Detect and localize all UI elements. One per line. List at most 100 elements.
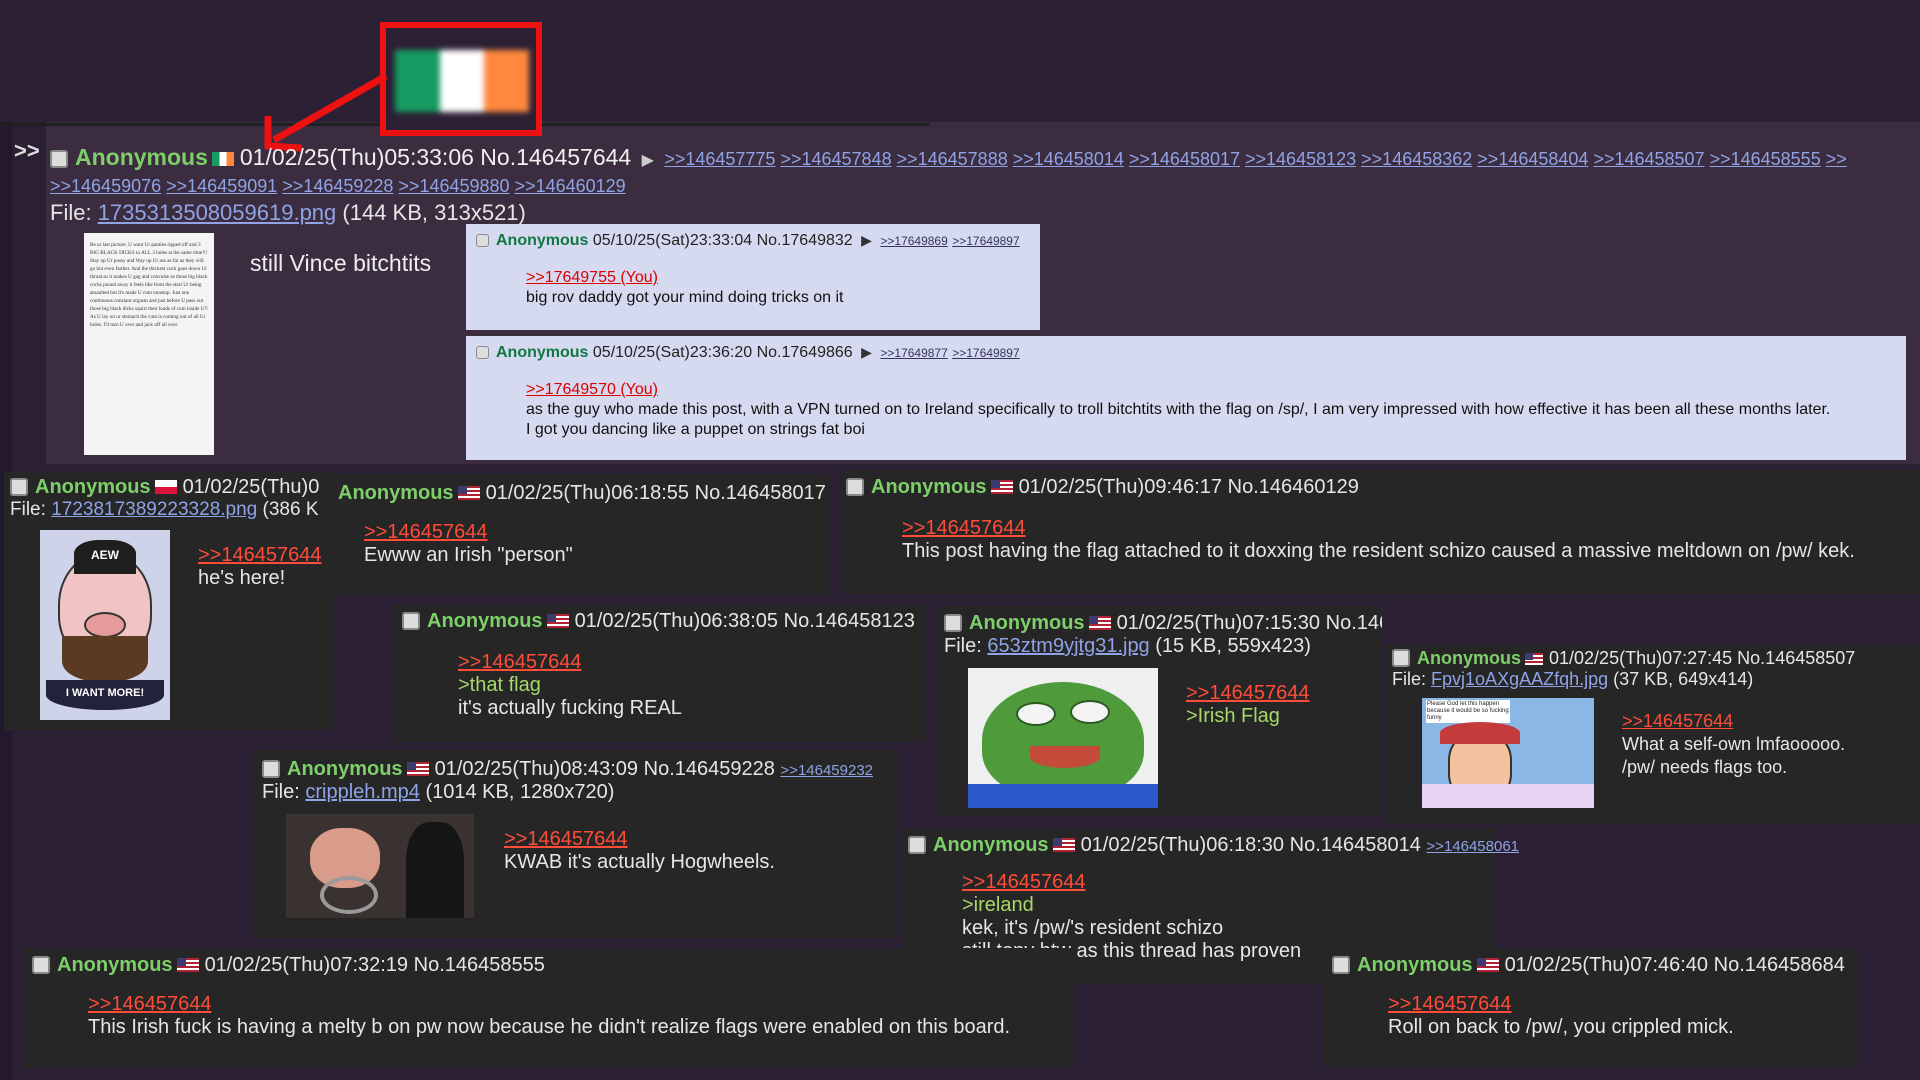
quote-link[interactable]: >>146457644 <box>1186 682 1309 705</box>
reply-post: Anonymous 01/02/25(Thu)07:27:45 No.146458… <box>1386 644 1920 824</box>
post-number[interactable]: No.146458555 <box>414 954 545 976</box>
file-link[interactable]: crippleh.mp4 <box>305 781 420 803</box>
quote-link[interactable]: >>146457644 <box>962 871 1490 894</box>
post-header: Anonymous 01/02/25(Thu)06:18:55 No.146458… <box>338 482 826 505</box>
file-info: File: 1735313508059619.png (144 KB, 313x… <box>50 200 526 226</box>
quote-link[interactable]: >>17649570 (You) <box>526 380 1896 400</box>
checkbox-icon[interactable] <box>1392 649 1410 667</box>
reply-link[interactable]: >>146458362 <box>1361 149 1472 169</box>
file-label: File: <box>50 200 92 225</box>
post-number[interactable]: No.17649832 <box>757 232 853 249</box>
op-thumbnail[interactable]: Re ur last picture. U want Ur panties ri… <box>84 233 214 455</box>
post-thumbnail[interactable]: AEW I WANT MORE! <box>40 530 170 720</box>
quote-link[interactable]: >>146457644 <box>504 828 775 851</box>
file-label: File: <box>10 499 46 520</box>
post-number[interactable]: No.146458014 <box>1290 834 1421 856</box>
checkbox-icon[interactable] <box>402 612 420 630</box>
checkbox-icon[interactable] <box>50 150 68 168</box>
reply-link[interactable]: >>17649869 <box>880 234 947 248</box>
video-thumbnail[interactable] <box>286 814 474 918</box>
post-line: This post having the flag attached to it… <box>902 540 1855 562</box>
reply-link[interactable]: >>146458017 <box>1129 149 1240 169</box>
post-datetime: 01/02/25(Thu)0 <box>182 476 320 498</box>
post-header: Anonymous 01/02/25(Thu)08:43:09 No.146459… <box>262 758 890 781</box>
post-number[interactable]: No.146458684 <box>1714 954 1845 976</box>
checkbox-icon[interactable] <box>262 760 280 778</box>
quote-link[interactable]: >>146457644 <box>364 521 826 544</box>
reply-link[interactable]: >>146459091 <box>166 176 277 196</box>
reply-link[interactable]: >>146458014 <box>1013 149 1124 169</box>
reply-link[interactable]: >>146459232 <box>780 762 873 779</box>
checkbox-icon[interactable] <box>476 346 489 359</box>
post-number[interactable]: No.146459228 <box>644 758 775 780</box>
reply-link[interactable]: >>146458061 <box>1426 838 1519 855</box>
pepe-mouth <box>1030 746 1100 768</box>
reply-link[interactable]: >>146458404 <box>1477 149 1588 169</box>
reply-link[interactable]: >>17649877 <box>880 346 947 360</box>
quote-link[interactable]: >>146457644 <box>1622 710 1845 733</box>
reply-link[interactable]: >>146458507 <box>1593 149 1704 169</box>
post-body: >>146457644 What a self-own lmfaooooo. /… <box>1622 710 1845 779</box>
pig-snout <box>84 612 126 638</box>
expand-arrow-icon[interactable]: ▶ <box>861 232 872 248</box>
post-datetime: 01/02/25(Thu)07:46:40 <box>1504 954 1709 976</box>
post-datetime: 01/02/25(Thu)07:15:30 <box>1116 612 1321 634</box>
post-number[interactable]: No.146458017 <box>695 482 826 504</box>
file-info: File: Fpvj1oAXgAAZfqh.jpg (37 KB, 649x41… <box>1392 669 1914 690</box>
checkbox-icon[interactable] <box>908 836 926 854</box>
checkbox-icon[interactable] <box>476 234 489 247</box>
expand-arrow-icon[interactable]: ▶ <box>642 152 654 169</box>
post-number[interactable]: No.146457644 <box>480 144 631 170</box>
post-line: This Irish fuck is having a melty b on p… <box>88 1016 1011 1038</box>
file-link[interactable]: 653ztm9yjtg31.jpg <box>987 635 1149 657</box>
post-header: Anonymous 01/02/25(Thu)06:18:30 No.146458… <box>908 834 1519 857</box>
cartoon-bed <box>1422 784 1594 808</box>
poster-name: Anonymous <box>338 482 454 504</box>
post-number[interactable]: No.146458507 <box>1737 648 1855 668</box>
reply-link[interactable]: >> <box>1826 149 1847 169</box>
poster-name: Anonymous <box>35 476 151 498</box>
post-number[interactable]: No.14645840 <box>1326 612 1382 634</box>
post-number[interactable]: No.17649866 <box>757 344 853 361</box>
greentext: >ireland <box>962 894 1034 916</box>
file-details: (15 KB, 559x423) <box>1155 635 1311 657</box>
reply-link[interactable]: >>17649897 <box>952 234 1019 248</box>
reply-link[interactable]: >>17649897 <box>952 346 1019 360</box>
usa-flag-icon <box>1476 958 1499 972</box>
post-number[interactable]: No.146460129 <box>1228 476 1359 498</box>
reply-link[interactable]: >>146460129 <box>515 176 626 196</box>
quote-link[interactable]: >>146457644 <box>198 544 321 567</box>
reply-link[interactable]: >>146458123 <box>1245 149 1356 169</box>
post-number[interactable]: No.146458123 <box>784 610 915 632</box>
file-link[interactable]: 1723817389223328.png <box>51 499 257 520</box>
checkbox-icon[interactable] <box>10 478 28 496</box>
reply-link[interactable]: >>146459880 <box>398 176 509 196</box>
post-thumbnail[interactable]: Please God let this happen because it wo… <box>1422 698 1594 808</box>
reply-link[interactable]: >>146459076 <box>50 176 161 196</box>
reply-link[interactable]: >>146459228 <box>282 176 393 196</box>
reply-link[interactable]: >>146457848 <box>780 149 891 169</box>
checkbox-icon[interactable] <box>846 478 864 496</box>
checkbox-icon[interactable] <box>1332 956 1350 974</box>
quote-link[interactable]: >>146457644 <box>88 993 1066 1016</box>
file-details: (37 KB, 649x414) <box>1613 669 1754 689</box>
expand-arrow-icon[interactable]: ▶ <box>861 344 872 360</box>
post-line: big rov daddy got your mind doing tricks… <box>526 289 844 306</box>
quote-link[interactable]: >>146457644 <box>1388 993 1850 1016</box>
ireland-flag-icon <box>211 152 234 166</box>
reply-link[interactable]: >>146457775 <box>664 149 775 169</box>
file-link[interactable]: Fpvj1oAXgAAZfqh.jpg <box>1431 669 1608 689</box>
post-thumbnail[interactable] <box>968 668 1158 808</box>
file-link[interactable]: 1735313508059619.png <box>98 200 337 225</box>
poster-name: Anonymous <box>1417 648 1522 668</box>
post-header: Anonymous 01/02/25(Thu)07:15:30 No.146458… <box>944 612 1382 635</box>
checkbox-icon[interactable] <box>32 956 50 974</box>
post-body: >>17649755 (You) big rov daddy got your … <box>476 268 1030 308</box>
quote-link[interactable]: >>17649755 (You) <box>526 268 1030 288</box>
reply-link[interactable]: >>146457888 <box>897 149 1008 169</box>
checkbox-icon[interactable] <box>944 614 962 632</box>
quote-link[interactable]: >>146457644 <box>902 517 1916 540</box>
reply-link[interactable]: >>146458555 <box>1710 149 1821 169</box>
quote-link[interactable]: >>146457644 <box>458 651 918 674</box>
poster-name: Anonymous <box>969 612 1085 634</box>
